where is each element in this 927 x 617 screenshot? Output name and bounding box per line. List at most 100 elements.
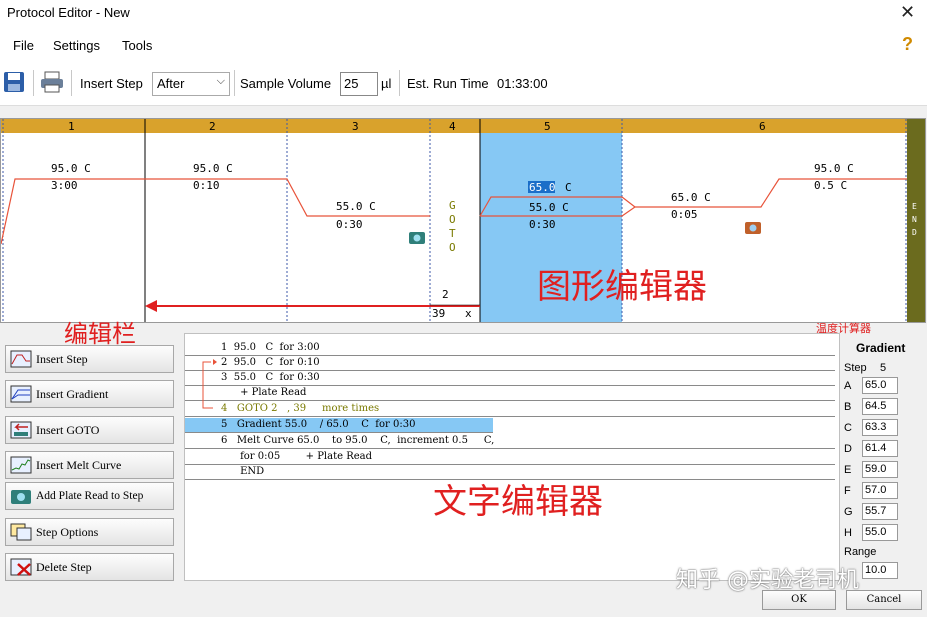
gradient-row-label: C (844, 422, 852, 434)
ok-button[interactable]: OK (762, 590, 836, 610)
plate-read-icon (409, 232, 425, 244)
toolbar: Insert Step After ⌵ Sample Volume 25 µl … (0, 62, 927, 106)
text-line[interactable]: + Plate Read (185, 386, 835, 401)
camera-icon (10, 487, 32, 505)
step5-temp-high: 65.0 (529, 181, 556, 194)
step-options-icon (10, 523, 32, 541)
gradient-step-value: 5 (880, 362, 886, 374)
run-time-value: 01:33:00 (497, 76, 548, 91)
insert-step-label: Insert Step (80, 76, 143, 91)
step-chart-icon (10, 350, 32, 368)
save-icon[interactable] (3, 71, 25, 93)
goto-letter: O (449, 241, 456, 254)
step-options-button[interactable]: Step Options (5, 518, 174, 546)
text-line[interactable]: 1 95.0 C for 3:00 (185, 341, 835, 356)
menu-tools[interactable]: Tools (122, 38, 152, 53)
step5-temp-low: 55.0 C (529, 201, 569, 214)
goto-bracket-icon (191, 358, 221, 418)
goto-target-step: 2 (442, 288, 449, 301)
print-icon[interactable] (40, 71, 64, 93)
menu-file[interactable]: File (13, 38, 34, 53)
step-number: 4 (449, 120, 456, 133)
gradient-row-label: A (844, 380, 851, 392)
window-title: Protocol Editor - New (7, 5, 130, 20)
gradient-row-label: B (844, 401, 851, 413)
gradient-row-value[interactable]: 64.5 (862, 398, 898, 415)
menu-settings[interactable]: Settings (53, 38, 100, 53)
step1-time: 3:00 (51, 179, 78, 192)
help-icon[interactable]: ? (902, 34, 913, 55)
gradient-row-label: D (844, 443, 852, 455)
step2-temp: 95.0 C (193, 162, 233, 175)
insert-step-button[interactable]: Insert Step (5, 345, 174, 373)
insert-goto-button[interactable]: Insert GOTO (5, 416, 174, 444)
run-time-label: Est. Run Time (407, 76, 489, 91)
close-icon[interactable]: ✕ (900, 2, 915, 23)
end-letter: D (912, 228, 917, 237)
gradient-range-value[interactable]: 10.0 (862, 562, 898, 579)
chevron-down-icon: ⌵ (217, 75, 225, 88)
gradient-title: Gradient (856, 341, 905, 355)
sample-volume-label: Sample Volume (240, 76, 331, 91)
insert-melt-curve-button[interactable]: Insert Melt Curve (5, 451, 174, 479)
text-editor[interactable]: 1 95.0 C for 3:00 2 95.0 C for 0:10 3 55… (184, 333, 840, 581)
text-editor-annotation: 文字编辑器 (433, 474, 603, 523)
end-letter: N (912, 215, 917, 224)
delete-step-button[interactable]: Delete Step (5, 553, 174, 581)
insert-gradient-button[interactable]: Insert Gradient (5, 380, 174, 408)
plate-read-icon (745, 222, 761, 234)
goto-letter: O (449, 213, 456, 226)
gradient-row-label: E (844, 464, 851, 476)
goto-repeat-count: 39 (432, 307, 445, 320)
step6-temp: 65.0 C (671, 191, 711, 204)
melt-curve-icon (10, 456, 32, 474)
graphical-editor[interactable]: 1 2 3 4 5 6 95.0 C 3:00 95.0 C 0:10 55.0… (0, 118, 926, 323)
protocol-graph: 1 2 3 4 5 6 95.0 C 3:00 95.0 C 0:10 55.0… (1, 119, 926, 323)
step1-temp: 95.0 C (51, 162, 91, 175)
goto-repeat-x: x (465, 307, 472, 320)
gradient-row-value[interactable]: 63.3 (862, 419, 898, 436)
step6-increment: 0.5 C (814, 179, 847, 192)
text-line[interactable]: 3 55.0 C for 0:30 (185, 371, 835, 386)
gradient-row-label: G (844, 506, 853, 518)
goto-icon (10, 421, 32, 439)
add-plate-read-button[interactable]: Add Plate Read to Step (5, 482, 174, 510)
gradient-row-label: H (844, 527, 852, 539)
step-number: 5 (544, 120, 551, 133)
gradient-row-value[interactable]: 55.7 (862, 503, 898, 520)
step3-time: 0:30 (336, 218, 363, 231)
gradient-row-value[interactable]: 65.0 (862, 377, 898, 394)
step6-time: 0:05 (671, 208, 698, 221)
gradient-calculator: Gradient Step 5 A 65.0 B 64.5 C 63.3 D 6… (840, 333, 927, 593)
gradient-range-label: Range (844, 546, 876, 558)
goto-arrowhead (145, 300, 157, 312)
step3-temp: 55.0 C (336, 200, 376, 213)
text-line-goto[interactable]: 4 GOTO 2 , 39 more times (185, 402, 835, 417)
step-number: 1 (68, 120, 75, 133)
step5-temp-high-unit: C (565, 181, 572, 194)
text-line[interactable]: 2 95.0 C for 0:10 (185, 356, 835, 371)
gradient-row-value[interactable]: 61.4 (862, 440, 898, 457)
gradient-row-value[interactable]: 57.0 (862, 482, 898, 499)
gradient-row-value[interactable]: 59.0 (862, 461, 898, 478)
gradient-row-value[interactable]: 55.0 (862, 524, 898, 541)
step-number: 6 (759, 120, 766, 133)
step2-time: 0:10 (193, 179, 220, 192)
delete-icon (10, 558, 32, 576)
insert-position-select[interactable]: After ⌵ (152, 72, 230, 96)
goto-letter: G (449, 199, 456, 212)
step5-time: 0:30 (529, 218, 556, 231)
cancel-button[interactable]: Cancel (846, 590, 922, 610)
title-bar: Protocol Editor - New ✕ (0, 0, 927, 28)
menu-bar: File Settings Tools ? (0, 28, 927, 62)
gradient-row-label: F (844, 485, 851, 497)
goto-letter: T (449, 227, 456, 240)
volume-unit: µl (381, 76, 391, 91)
gradient-step-label: Step (844, 362, 867, 374)
text-line[interactable]: for 0:05 + Plate Read (185, 450, 835, 465)
text-line-selected[interactable]: 5 Gradient 55.0 / 65.0 C for 0:30 (185, 418, 493, 433)
sample-volume-input[interactable]: 25 (340, 72, 378, 96)
step-number: 3 (352, 120, 359, 133)
edit-bar-annotation: 编辑栏 (64, 314, 136, 349)
text-line[interactable]: 6 Melt Curve 65.0 to 95.0 C, increment 0… (185, 434, 835, 449)
